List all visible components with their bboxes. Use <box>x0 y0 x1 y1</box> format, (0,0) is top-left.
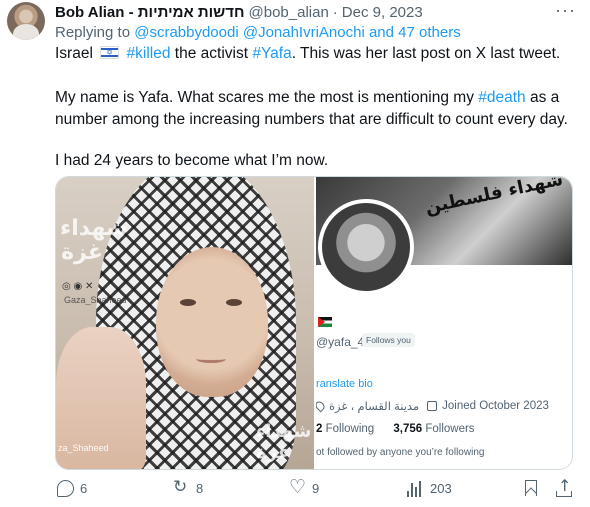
bookmark-icon <box>525 480 537 496</box>
followers-count: 3,756 <box>393 423 423 435</box>
not-followed-text: ot followed by anyone you’re following <box>316 447 485 458</box>
watermark-small-bottom: za_Shaheed <box>58 443 109 453</box>
profile-picture <box>318 199 414 295</box>
followers-label: Followers <box>425 423 475 435</box>
left-eye <box>180 299 196 306</box>
repost-button[interactable]: 8 <box>173 477 204 497</box>
author-name[interactable]: Bob Alian - חדשות אמיתיות <box>55 4 245 21</box>
hashtag-killed[interactable]: #killed <box>127 45 171 62</box>
tweet-date[interactable]: Dec 9, 2023 <box>342 4 423 21</box>
watermark-arabic-top: شهداء غزة <box>60 216 128 265</box>
author-avatar[interactable] <box>7 2 45 40</box>
replying-to-users[interactable]: @scrabbydoodi @JonahIvriAnochi and 47 ot… <box>134 24 460 41</box>
hashtag-death[interactable]: #death <box>478 89 525 106</box>
views-count: 203 <box>430 481 452 496</box>
replying-to: Replying to @scrabbydoodi @JonahIvriAnoc… <box>55 24 461 41</box>
watermark-small-top: Gaza_Shaheed <box>64 295 127 305</box>
text-the-activist: the activist <box>174 45 249 62</box>
banner-arabic-text: شهداء فلسطين <box>423 177 565 219</box>
like-count: 9 <box>312 481 320 496</box>
views-icon <box>407 480 424 497</box>
replying-to-label: Replying to <box>55 24 131 41</box>
profile-joined: Joined October 2023 <box>442 400 549 412</box>
tweet-header: Bob Alian - חדשות אמיתיות @bob_alian · D… <box>55 2 423 22</box>
share-icon <box>555 476 572 497</box>
watermark-arabic-bottom: شهداء غزة <box>256 421 312 463</box>
reply-icon <box>57 480 74 497</box>
tweet-text-line-1: Israel #killed the activist #Yafa. This … <box>55 43 560 65</box>
profile-meta-row: مدينة القسام ، غزة Joined October 2023 <box>316 399 549 413</box>
text-my-name: My name is Yafa. What scares me the most… <box>55 89 474 106</box>
header-separator: · <box>332 3 338 21</box>
translate-bio-link: ranslate bio <box>316 378 373 390</box>
israel-flag-icon <box>100 46 120 59</box>
mouth <box>196 355 226 363</box>
author-handle[interactable]: @bob_alian <box>249 4 329 21</box>
palestine-flag-icon <box>318 317 332 327</box>
hashtag-yafa[interactable]: #Yafa <box>252 45 291 62</box>
follows-you-badge: Follows you <box>362 333 415 347</box>
right-eye <box>226 299 242 306</box>
face <box>156 247 268 397</box>
social-icons-watermark: ◎ ◉ ✕ <box>62 281 94 292</box>
tweet-actions: 6 8 9 203 <box>55 476 575 500</box>
reply-count: 6 <box>80 481 88 496</box>
more-options-icon[interactable]: ··· <box>555 0 576 21</box>
following-count: 2 <box>316 423 323 435</box>
reply-button[interactable]: 6 <box>57 480 87 497</box>
tweet-media[interactable]: شهداء غزة ◎ ◉ ✕ Gaza_Shaheed شهداء غزة z… <box>55 176 573 470</box>
heart-icon <box>289 476 306 498</box>
profile-follow-counts: 2 Following 3,756 Followers <box>316 423 475 435</box>
like-button[interactable]: 9 <box>289 476 320 498</box>
calendar-icon <box>427 401 438 411</box>
views-button[interactable]: 203 <box>407 480 452 497</box>
text-last-post: . This was her last post on X last tweet… <box>291 45 561 62</box>
media-image-left[interactable]: شهداء غزة ◎ ◉ ✕ Gaza_Shaheed شهداء غزة z… <box>56 177 314 469</box>
share-button[interactable] <box>555 476 572 497</box>
text-israel: Israel <box>55 45 93 62</box>
bookmark-button[interactable] <box>525 480 537 496</box>
repost-count: 8 <box>196 481 204 496</box>
location-icon <box>316 399 327 413</box>
repost-icon <box>173 477 190 497</box>
tweet-text-para-2-line-2: number among the increasing numbers that… <box>55 111 568 128</box>
media-image-right[interactable]: شهداء فلسطين @yafa_48 Follows you ransla… <box>316 177 572 469</box>
following-label: Following <box>325 423 375 435</box>
tweet-text-para-3: I had 24 years to become what I’m now. <box>55 152 329 169</box>
profile-location: مدينة القسام ، غزة <box>329 401 420 413</box>
tweet-text-para-2: My name is Yafa. What scares me the most… <box>55 87 559 109</box>
text-as-a: as a <box>530 89 560 106</box>
